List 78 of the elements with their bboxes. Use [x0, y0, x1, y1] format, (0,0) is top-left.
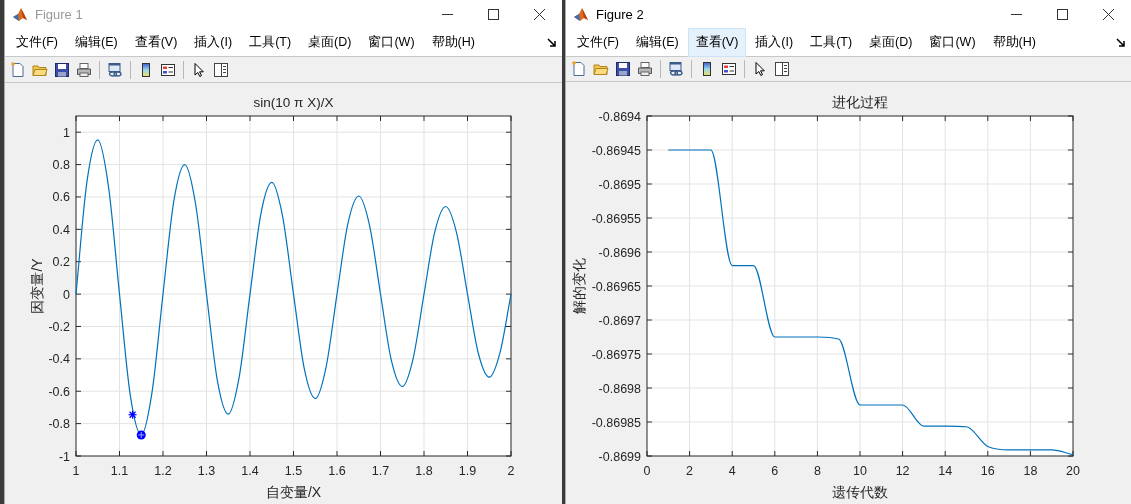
x-tick-label: 10	[853, 464, 867, 478]
maximize-icon[interactable]	[487, 9, 499, 20]
y-tick-label: -0.86965	[591, 279, 641, 294]
x-tick-label: 0	[643, 464, 651, 478]
menu-item[interactable]: 文件(F)	[8, 28, 66, 57]
x-tick-label: 4	[728, 464, 736, 478]
x-tick-label: 1.9	[458, 464, 477, 478]
menu-item[interactable]: 桌面(D)	[861, 28, 921, 57]
menu-item[interactable]: 窗口(W)	[360, 28, 423, 57]
x-axis-label: 自变量/X	[265, 484, 322, 500]
arrow-icon[interactable]	[1116, 38, 1125, 47]
close-icon[interactable]	[533, 9, 545, 20]
chart-title: 进化过程	[832, 95, 888, 110]
chart-title: sin(10 π X)/X	[253, 95, 334, 110]
x-tick-label: 1.3	[197, 464, 216, 478]
y-tick-label: -0.8694	[598, 109, 641, 124]
x-axis-label: 遗传代数	[832, 484, 888, 500]
y-tick-label: -0.8698	[598, 381, 641, 396]
menu-item[interactable]: 工具(T)	[241, 28, 300, 57]
y-tick-label: 0.2	[52, 255, 70, 270]
y-tick-label: 1	[63, 125, 70, 140]
x-tick-label: 1.5	[284, 464, 303, 478]
y-tick-label: 0.6	[52, 190, 70, 205]
x-tick-label: 1	[72, 464, 80, 478]
app-logo-icon	[12, 6, 28, 23]
x-tick-label: 1.6	[328, 464, 346, 478]
y-axis-label: 因变量/Y	[29, 258, 45, 314]
menu-item[interactable]: 插入(I)	[747, 28, 802, 57]
menu-item[interactable]: 查看(V)	[687, 28, 747, 57]
y-tick-label: 0.4	[52, 222, 70, 237]
y-tick-label: -1	[58, 449, 70, 464]
y-tick-label: -0.86975	[591, 347, 641, 362]
app-logo-icon	[573, 6, 589, 23]
menu-item[interactable]: 帮助(H)	[984, 28, 1044, 57]
close-icon[interactable]	[1102, 9, 1114, 20]
x-tick-label: 1.4	[241, 464, 259, 478]
x-tick-label: 1.1	[110, 464, 129, 478]
maximize-icon[interactable]	[1056, 9, 1068, 20]
menu-item[interactable]: 文件(F)	[569, 28, 627, 57]
x-tick-label: 1.2	[154, 464, 172, 478]
x-tick-label: 18	[1023, 464, 1038, 478]
y-tick-label: -0.8696	[598, 245, 641, 260]
y-tick-label: -0.86955	[591, 211, 641, 226]
y-tick-label: -0.8697	[598, 313, 641, 328]
arrow-icon[interactable]	[547, 38, 556, 47]
menu-item[interactable]: 编辑(E)	[627, 28, 687, 57]
window-title: Figure 2	[596, 7, 645, 22]
y-tick-label: -0.8699	[598, 449, 641, 464]
x-tick-label: 2	[507, 464, 515, 478]
window-title: Figure 1	[35, 7, 84, 22]
menu-item[interactable]: 桌面(D)	[300, 28, 360, 57]
menu-item[interactable]: 编辑(E)	[66, 28, 126, 57]
y-tick-label: -0.86985	[591, 415, 641, 430]
x-tick-label: 2	[686, 464, 694, 478]
y-tick-label: 0	[63, 287, 70, 302]
star-marker	[127, 410, 138, 420]
x-tick-label: 16	[980, 464, 995, 478]
y-axis-label: 解的变化	[571, 258, 587, 314]
menu-item[interactable]: 查看(V)	[126, 28, 186, 57]
x-tick-label: 1.7	[371, 464, 390, 478]
y-tick-label: -0.8695	[598, 177, 641, 192]
x-tick-label: 20	[1066, 464, 1080, 478]
menu-item[interactable]: 窗口(W)	[921, 28, 984, 57]
circle-marker	[136, 430, 146, 440]
menu-item[interactable]: 插入(I)	[186, 28, 241, 57]
x-tick-label: 8	[813, 464, 821, 478]
y-tick-label: -0.4	[48, 352, 70, 367]
x-tick-label: 1.8	[415, 464, 433, 478]
x-tick-label: 6	[771, 464, 779, 478]
menu-item[interactable]: 帮助(H)	[423, 28, 483, 57]
x-tick-label: 12	[895, 464, 910, 478]
menu-item[interactable]: 工具(T)	[802, 28, 861, 57]
y-tick-label: -0.8	[48, 417, 70, 432]
x-tick-label: 14	[938, 464, 953, 478]
y-tick-label: 0.8	[52, 158, 70, 173]
y-tick-label: -0.86945	[591, 143, 641, 158]
y-tick-label: -0.6	[48, 384, 70, 399]
y-tick-label: -0.2	[48, 320, 70, 334]
